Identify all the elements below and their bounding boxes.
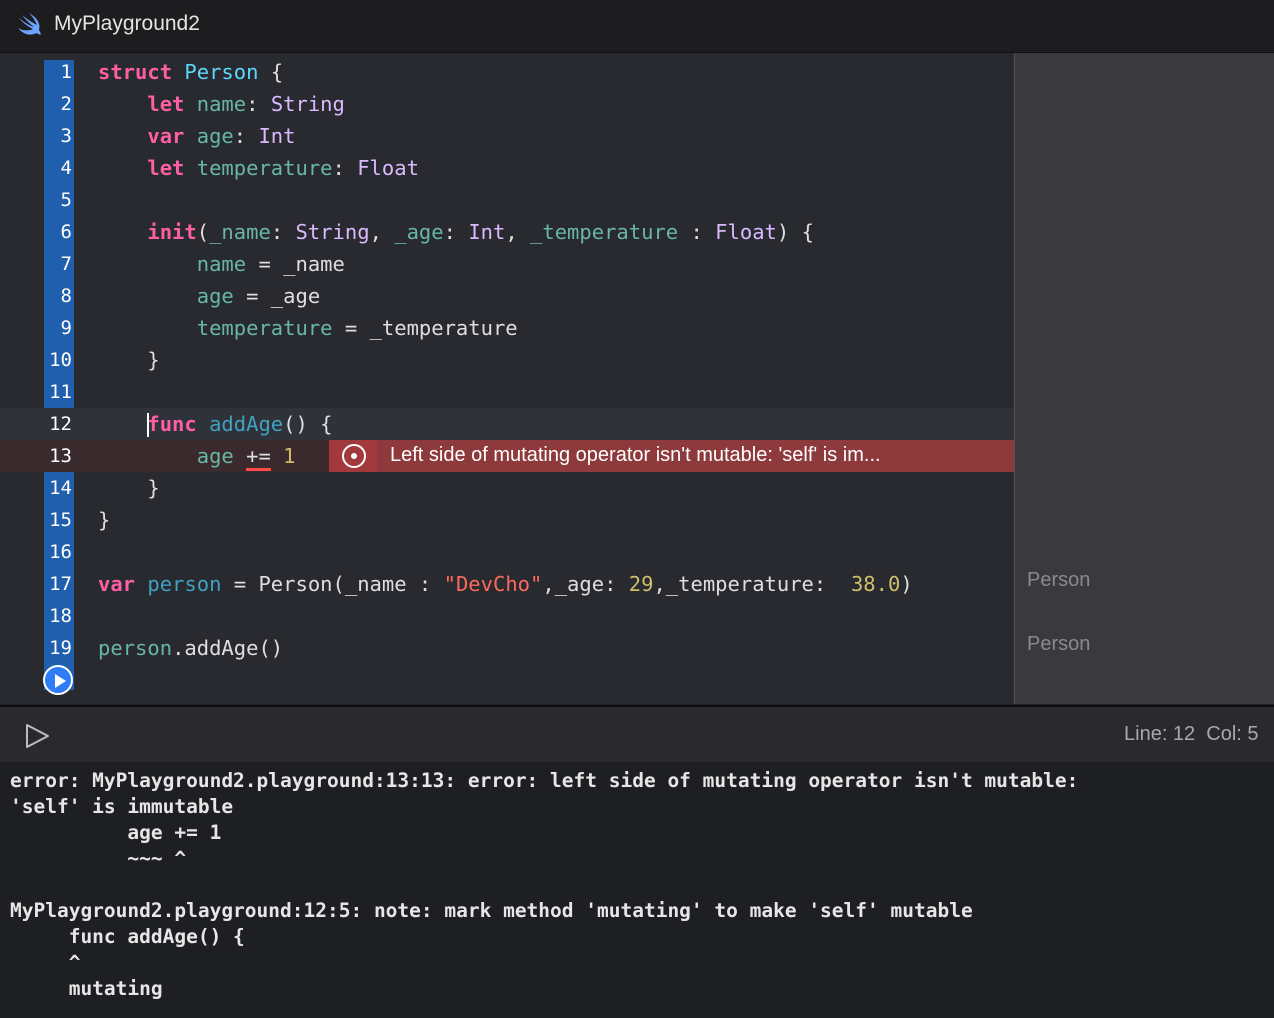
play-circle-icon[interactable] [43,665,73,695]
line-number[interactable]: 3 [44,120,72,152]
code-line-9: temperature = _temperature [196,316,518,340]
code-line-8: age = _age [196,284,321,308]
line-number[interactable]: 19 [44,632,72,664]
title-bar: MyPlayground2 [0,0,1274,53]
code-line-14: } [98,476,160,500]
results-sidebar: Person Person [1014,53,1274,704]
line-number[interactable]: 5 [44,184,72,216]
result-line-19[interactable]: Person [1027,633,1090,656]
play-outline-icon[interactable] [24,723,50,749]
debug-bar: Line: 12 Col: 5 [0,705,1274,764]
code-line-19: person.addAge() [98,636,284,660]
col-indicator: Col: 5 [1206,723,1259,745]
line-number[interactable]: 2 [44,88,72,120]
code-line-3: var age: Int [147,124,296,148]
code-line-10: } [98,348,160,372]
code-line-2: let name: String [147,92,345,116]
error-icon [342,444,366,468]
line-number[interactable]: 12 [44,408,72,440]
line-number[interactable]: 6 [44,216,72,248]
code-line-6: init(_name: String, _age: Int, _temperat… [147,220,814,244]
line-number[interactable]: 11 [44,376,72,408]
code-line-1: struct Person { [98,60,284,84]
inline-error-banner[interactable]: Left side of mutating operator isn't mut… [329,440,1014,472]
swift-icon [18,13,41,35]
line-number[interactable]: 13 [44,440,72,472]
line-number[interactable]: 8 [44,280,72,312]
line-number[interactable]: 18 [44,600,72,632]
code-line-7: name = _name [196,252,345,276]
console-output[interactable]: error: MyPlayground2.playground:13:13: e… [0,762,1274,1018]
code-line-12: func addAge() { [147,412,333,437]
line-number[interactable]: 7 [44,248,72,280]
line-number[interactable]: 15 [44,504,72,536]
line-number[interactable]: 14 [44,472,72,504]
code-line-4: let temperature: Float [147,156,419,180]
error-message: Left side of mutating operator isn't mut… [390,444,881,466]
window-title: MyPlayground2 [54,12,200,35]
line-number[interactable]: 17 [44,568,72,600]
line-number[interactable]: 1 [44,56,72,88]
code-line-17: var person = Person(_name : "DevCho",_ag… [98,572,913,596]
line-number[interactable]: 4 [44,152,72,184]
cursor-position: Line: 12 Col: 5 [1124,723,1259,746]
line-number[interactable]: 16 [44,536,72,568]
line-number[interactable]: 10 [44,344,72,376]
line-indicator: Line: 12 [1124,723,1196,745]
line-number[interactable]: 9 [44,312,72,344]
result-line-17[interactable]: Person [1027,569,1090,592]
console-text: error: MyPlayground2.playground:13:13: e… [10,769,1079,1000]
code-line-13: age += 1 [98,440,296,472]
code-line-15: } [98,508,111,532]
